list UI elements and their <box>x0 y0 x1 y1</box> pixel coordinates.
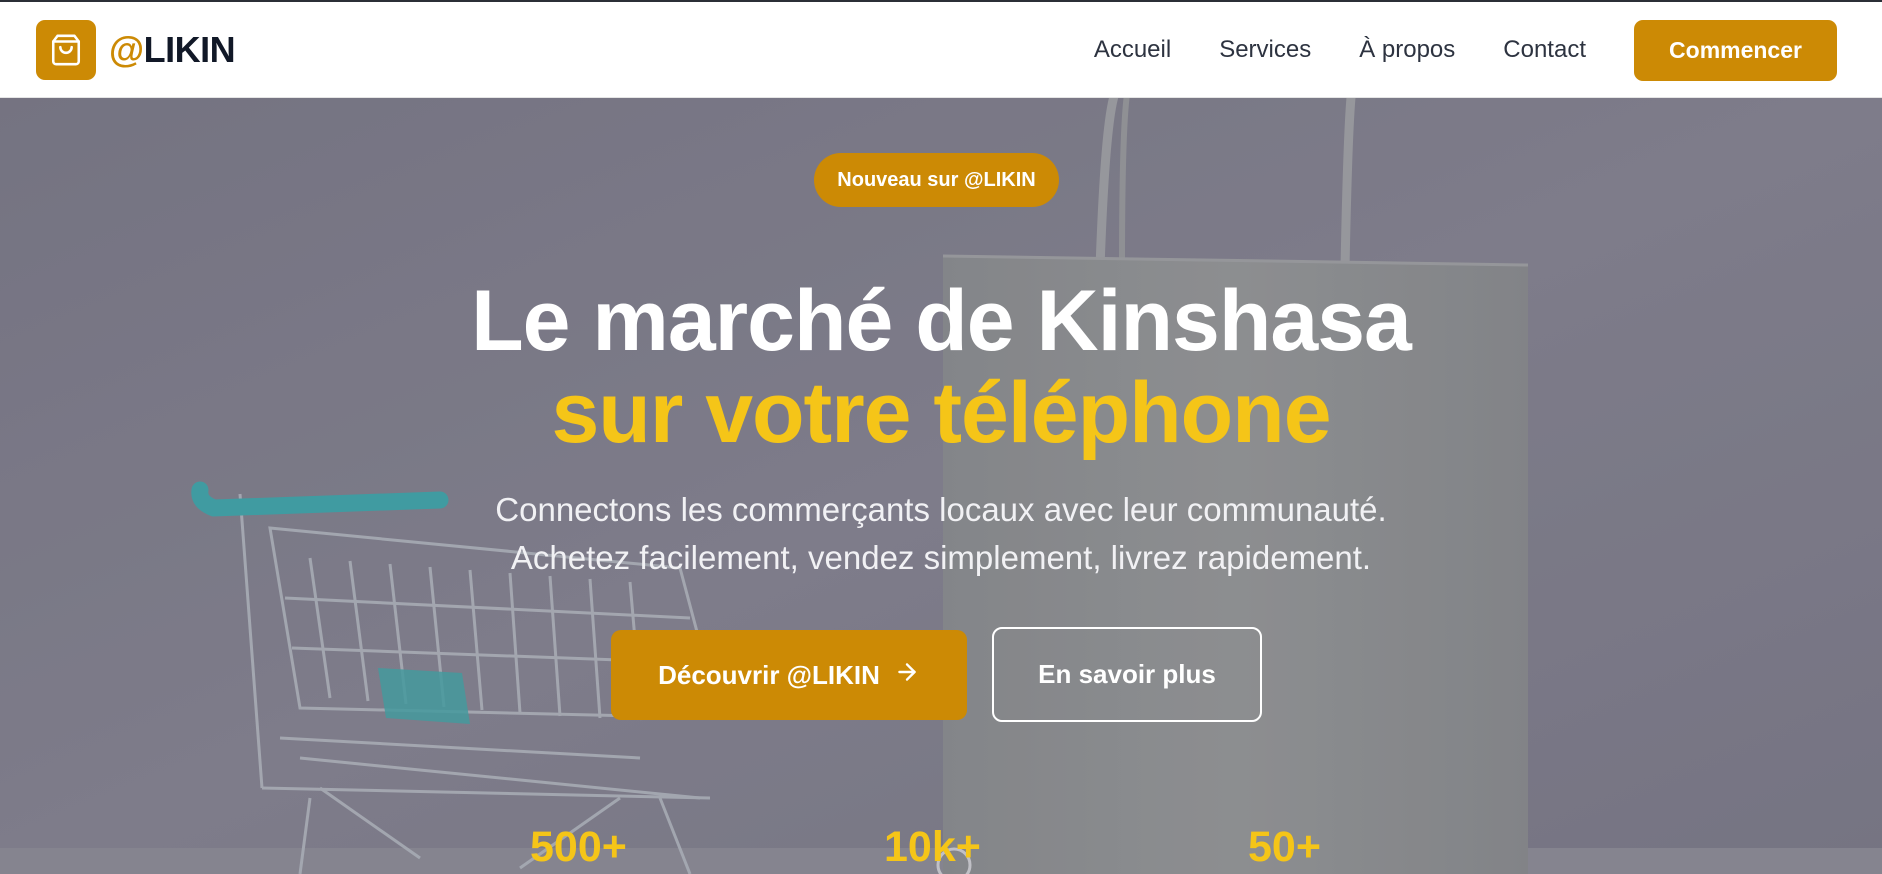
hero-title-line-1: Le marché de Kinshasa <box>471 273 1412 369</box>
hero-section: Nouveau sur @LIKIN Le marché de Kinshasa… <box>0 98 1882 874</box>
nav-link-a-propos[interactable]: À propos <box>1359 36 1455 64</box>
nav-link-accueil[interactable]: Accueil <box>1094 36 1171 64</box>
logo[interactable]: @LIKIN <box>36 20 236 80</box>
brand-name-text: LIKIN <box>143 29 236 70</box>
learn-more-button[interactable]: En savoir plus <box>992 627 1262 722</box>
shopping-bag-icon <box>36 20 96 80</box>
hero-title-line-2: sur votre téléphone <box>551 365 1331 461</box>
discover-likin-button[interactable]: Découvrir @LIKIN <box>611 630 967 720</box>
nav-link-contact[interactable]: Contact <box>1503 36 1586 64</box>
discover-likin-label: Découvrir @LIKIN <box>658 659 880 690</box>
site-header: @LIKIN Accueil Services À propos Contact… <box>0 2 1882 98</box>
brand-name: @LIKIN <box>109 29 236 71</box>
new-badge: Nouveau sur @LIKIN <box>814 153 1059 207</box>
hero-subtitle-line-1: Connectons les commerçants locaux avec l… <box>495 491 1387 528</box>
arrow-right-icon <box>894 659 920 692</box>
main-nav: Accueil Services À propos Contact <box>1094 2 1586 98</box>
brand-at: @ <box>109 29 144 70</box>
nav-link-services[interactable]: Services <box>1219 36 1311 64</box>
stat-value-1: 500+ <box>530 823 627 871</box>
commencer-button[interactable]: Commencer <box>1634 20 1837 81</box>
hero-subtitle-line-2: Achetez facilement, vendez simplement, l… <box>510 539 1372 576</box>
stat-value-2: 10k+ <box>884 823 981 871</box>
stat-value-3: 50+ <box>1248 823 1321 871</box>
